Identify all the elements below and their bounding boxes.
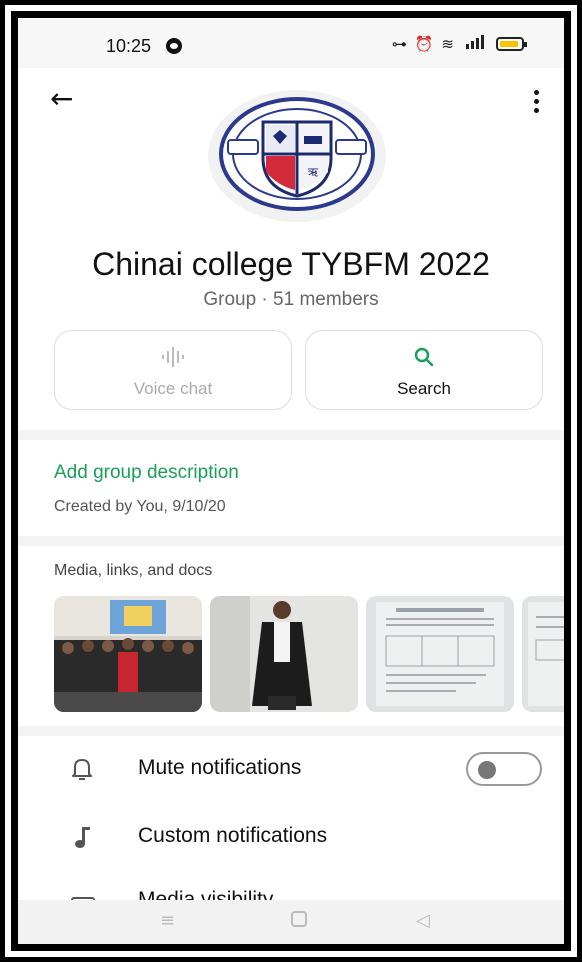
search-icon [306,345,542,371]
home-nav-icon[interactable] [290,910,308,933]
group-photo-thumbnail[interactable] [54,596,202,712]
mute-notifications-row[interactable]: Mute notifications [18,742,564,798]
signal-icon [462,35,488,53]
college-seal-logo: ऋ [219,97,375,211]
whatsapp-icon [166,38,182,54]
system-nav-bar: ≡ ◁ [18,900,564,944]
section-divider [18,726,564,736]
vibrate-icon: ≋ [441,35,454,53]
created-by-text: Created by You, 9/10/20 [54,498,226,515]
voice-chat-button[interactable]: Voice chat [54,330,292,410]
menu-nav-icon[interactable]: ≡ [160,910,175,931]
custom-notifications-row[interactable]: Custom notifications [18,810,564,866]
group-name[interactable]: Chinai college TYBFM 2022 [18,246,564,283]
custom-notifications-label: Custom notifications [138,824,328,847]
svg-text:ऋ: ऋ [308,165,319,179]
arrow-left-icon[interactable]: ← [50,82,73,115]
mute-notifications-toggle[interactable] [466,752,542,786]
hotspot-icon: ⊶ [391,35,407,53]
media-section-title[interactable]: Media, links, and docs [54,562,212,580]
bell-icon [70,756,94,782]
back-nav-icon[interactable]: ◁ [416,910,430,931]
document-photo-thumbnail[interactable] [366,596,514,712]
graduate-photo-thumbnail[interactable] [210,596,358,712]
voice-wave-icon [55,345,291,371]
alarm-icon: ⏰ [414,35,434,53]
phone-screen: 10:25 ⊶ ⏰ ≋ ← ऋ Chinai college TYBFM 202… [18,18,564,944]
add-group-description-link[interactable]: Add group description [54,462,239,484]
section-divider [18,536,564,546]
search-label: Search [397,379,451,398]
document-photo-thumbnail[interactable] [522,596,564,712]
toggle-knob [478,761,496,779]
status-time: 10:25 [106,36,152,56]
media-thumbnails [54,596,564,712]
search-button[interactable]: Search [305,330,543,410]
section-divider [18,430,564,440]
mute-notifications-label: Mute notifications [138,756,302,779]
music-note-icon [70,824,94,850]
more-vert-icon[interactable] [534,90,540,117]
battery-icon [496,37,527,51]
voice-chat-label: Voice chat [133,379,213,398]
status-bar: 10:25 ⊶ ⏰ ≋ [18,18,564,68]
status-icons: ⊶ ⏰ ≋ [391,35,527,53]
group-subtitle[interactable]: Group · 51 members [18,289,564,311]
